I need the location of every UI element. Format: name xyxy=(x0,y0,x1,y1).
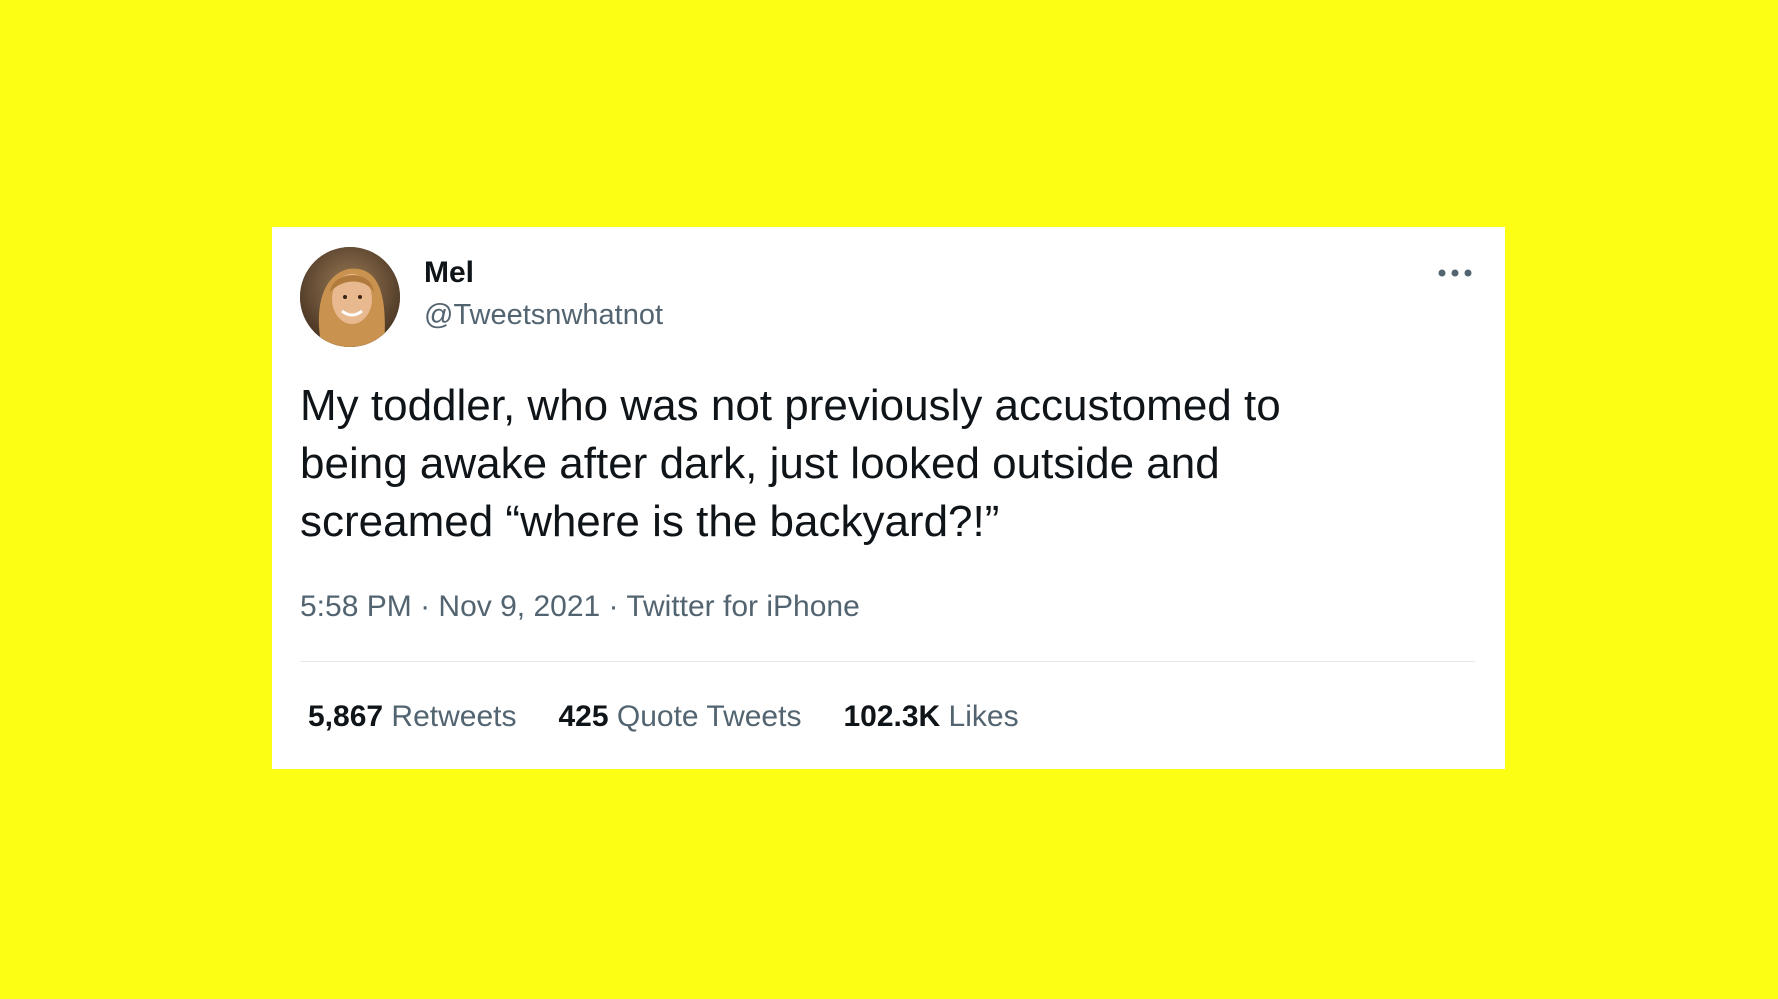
tweet-text: My toddler, who was not previously accus… xyxy=(300,381,1281,546)
tweet-meta: 5:58 PM · Nov 9, 2021 · Twitter for iPho… xyxy=(300,589,860,625)
more-options-button[interactable] xyxy=(1435,263,1475,283)
tweet-card: Mel @Tweetsnwhatnot My toddler, who was … xyxy=(272,227,1505,769)
meta-separator: · xyxy=(600,590,627,623)
tweet-time-link[interactable]: 5:58 PM · Nov 9, 2021 xyxy=(300,590,600,623)
retweets-label: Retweets xyxy=(391,700,517,733)
tweet-date: Nov 9, 2021 xyxy=(438,590,601,623)
avatar[interactable] xyxy=(300,247,400,347)
likes-stat[interactable]: 102.3K Likes xyxy=(843,699,1018,735)
quote-tweets-count: 425 xyxy=(558,700,609,733)
quote-tweets-stat[interactable]: 425 Quote Tweets xyxy=(558,699,801,735)
retweets-count: 5,867 xyxy=(308,700,384,733)
author-name[interactable]: Mel xyxy=(424,255,474,291)
likes-label: Likes xyxy=(948,700,1019,733)
tweet-stats: 5,867 Retweets 425 Quote Tweets 102.3K L… xyxy=(308,699,1019,735)
tweet-source-link[interactable]: Twitter for iPhone xyxy=(626,590,859,623)
likes-count: 102.3K xyxy=(843,700,941,733)
divider xyxy=(300,661,1475,662)
avatar-photo-icon xyxy=(300,247,400,347)
author-handle[interactable]: @Tweetsnwhatnot xyxy=(424,298,663,332)
more-options-icon xyxy=(1438,269,1472,277)
retweets-stat[interactable]: 5,867 Retweets xyxy=(308,699,516,735)
meta-separator: · xyxy=(411,590,439,623)
tweet-time: 5:58 PM xyxy=(300,590,412,623)
quote-tweets-label: Quote Tweets xyxy=(616,700,802,733)
